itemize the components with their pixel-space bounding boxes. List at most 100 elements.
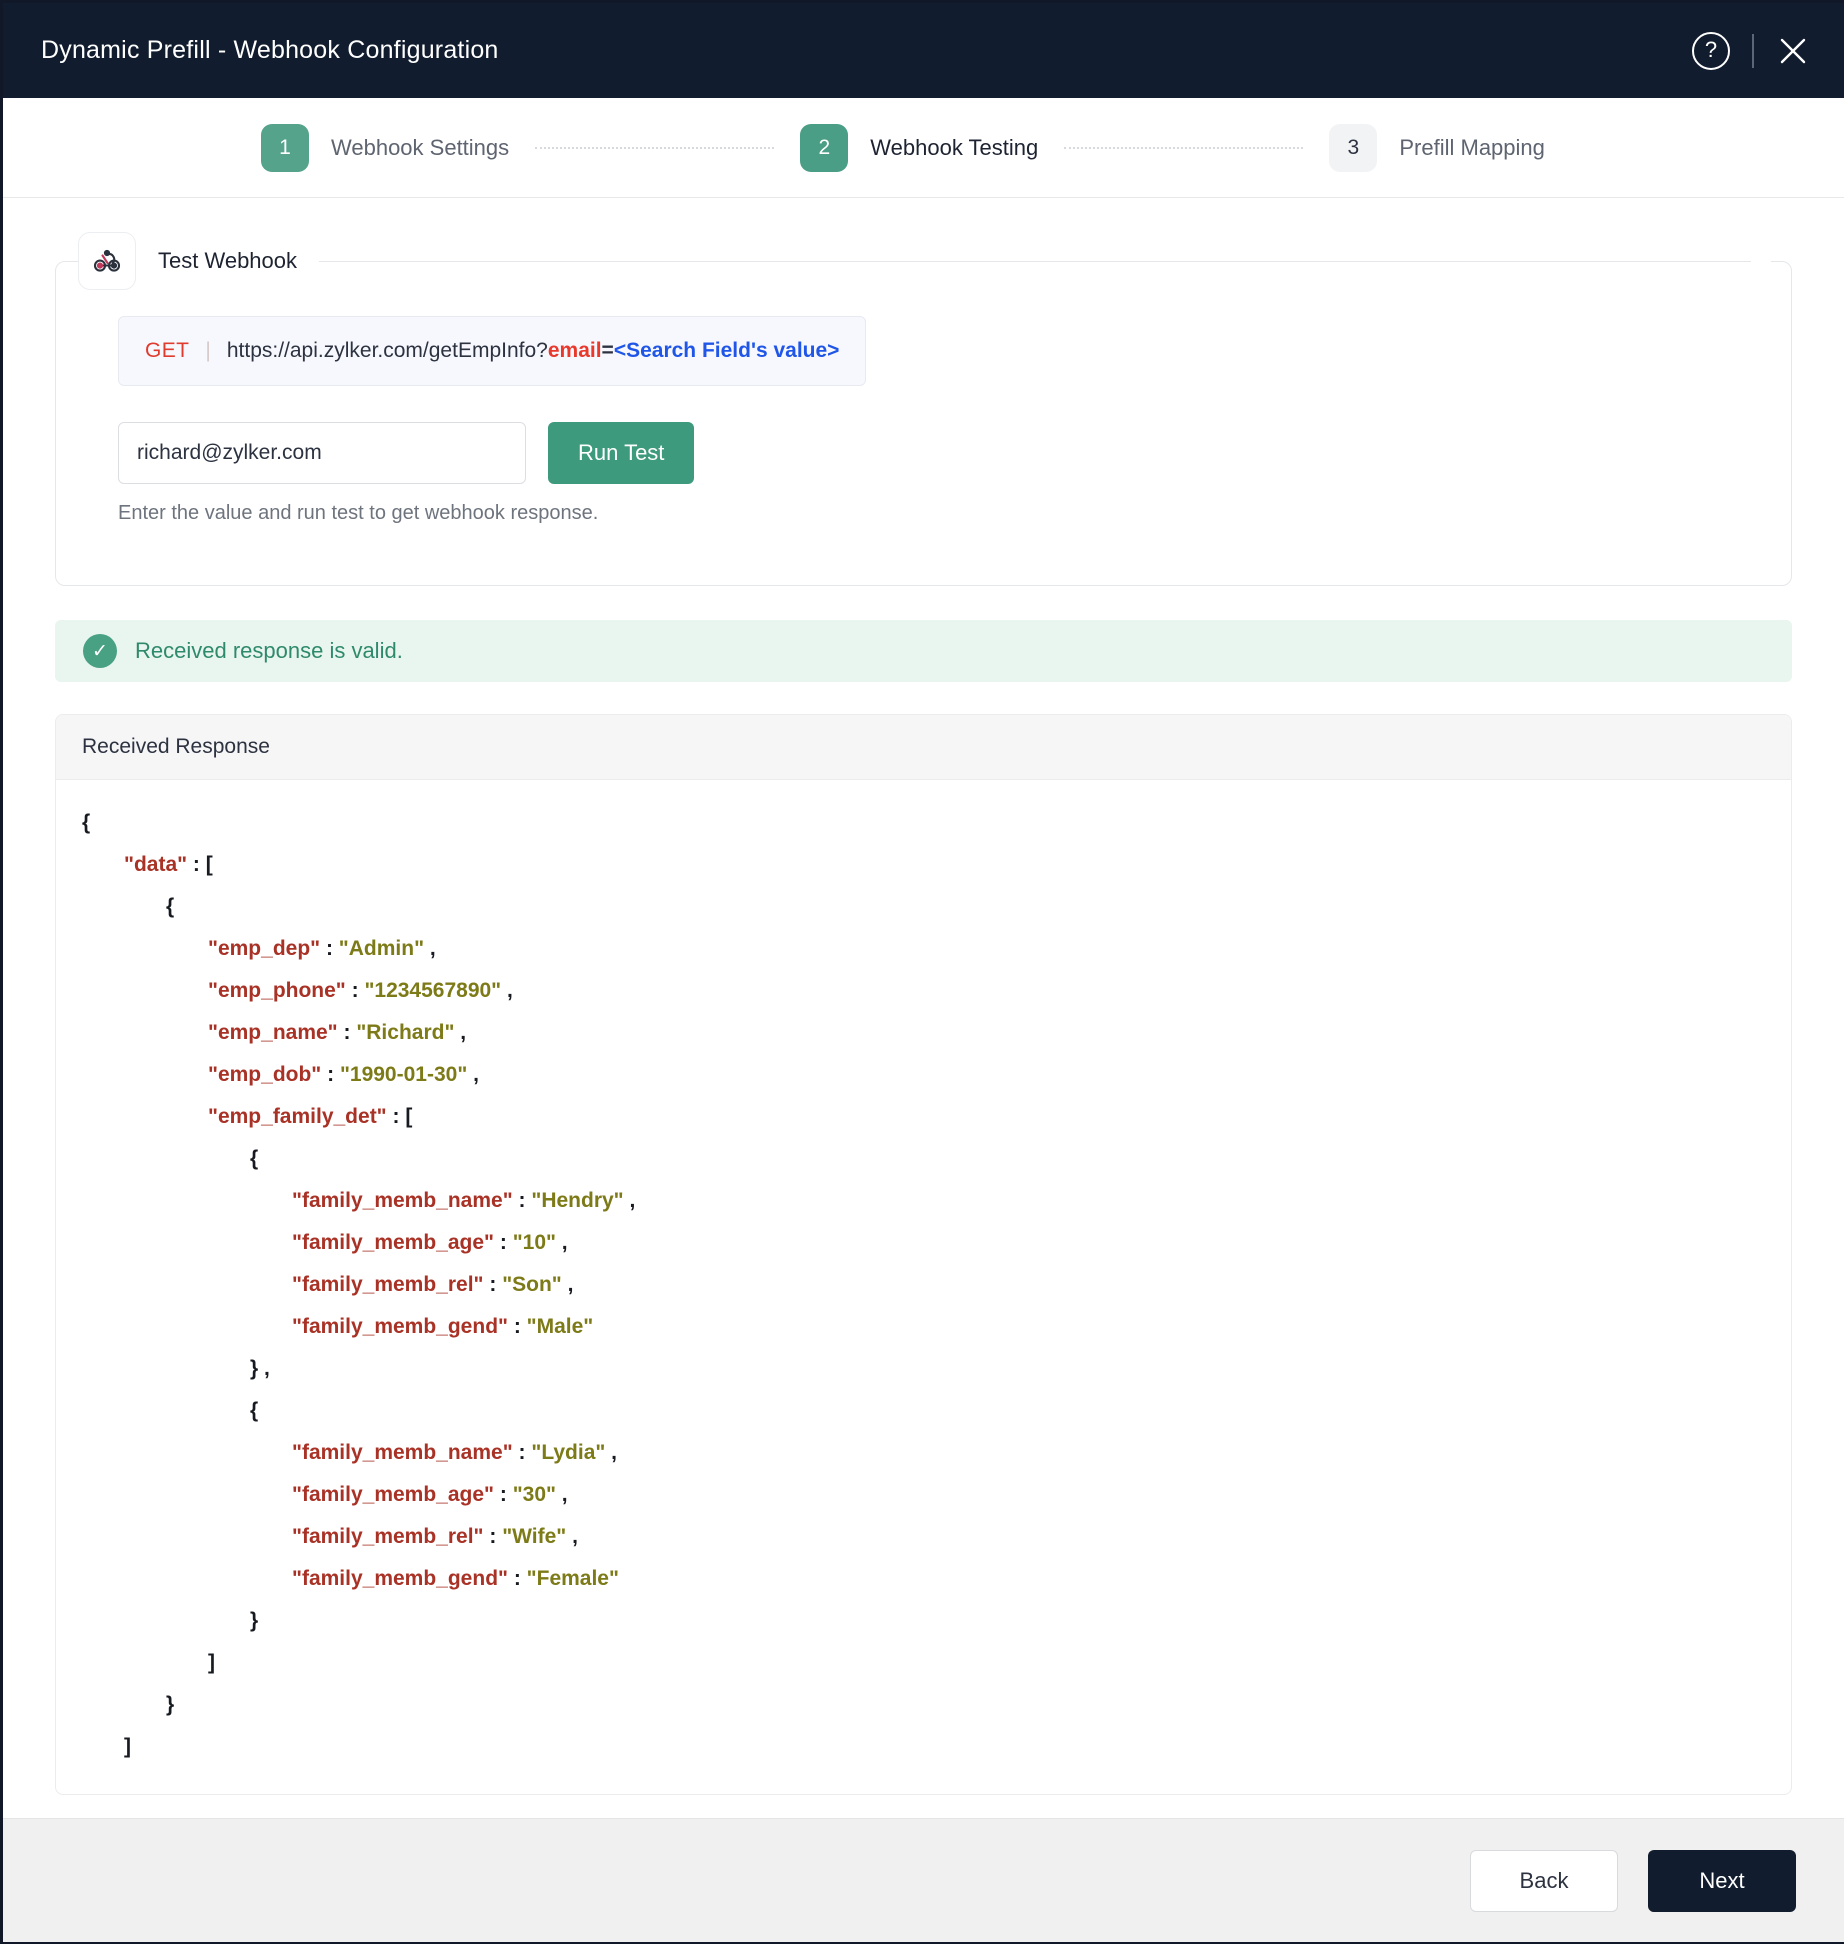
json-token-key: "family_memb_name" <box>292 1441 513 1464</box>
json-token-val: "10" <box>512 1231 556 1254</box>
json-line: "emp_dob" : "1990-01-30" , <box>82 1054 1765 1096</box>
json-line: "family_memb_age" : "10" , <box>82 1222 1765 1264</box>
dialog-footer: Back Next <box>3 1818 1844 1942</box>
json-token-colon: : <box>494 1483 513 1506</box>
json-token-val: "Male" <box>526 1315 594 1338</box>
step-1-label: Webhook Settings <box>331 134 510 160</box>
step-1-badge: 1 <box>261 123 309 172</box>
json-line: "family_memb_rel" : "Son" , <box>82 1264 1765 1306</box>
json-token-punct: , <box>424 937 436 960</box>
json-token-colon: : <box>345 979 365 1002</box>
next-button[interactable]: Next <box>1648 1849 1796 1912</box>
json-token-colon: : <box>320 937 339 960</box>
test-value-input[interactable] <box>118 422 526 484</box>
json-line: "family_memb_name" : "Hendry" , <box>82 1180 1765 1222</box>
step-2-badge: 2 <box>800 123 849 172</box>
legend-divider <box>319 260 1751 262</box>
json-token-punct: { <box>250 1399 259 1422</box>
json-token-key: "family_memb_age" <box>292 1483 495 1506</box>
close-button[interactable] <box>1776 34 1810 68</box>
json-token-key: "emp_dob" <box>208 1063 322 1086</box>
json-line: "data" : [ <box>82 844 1765 886</box>
test-webhook-body: GET | https://api.zylker.com/getEmpInfo?… <box>56 290 1791 525</box>
json-line: "emp_dep" : "Admin" , <box>82 928 1765 970</box>
json-token-punct: [ <box>205 853 213 876</box>
json-line: } <box>82 1600 1765 1642</box>
json-token-colon: : <box>483 1273 503 1296</box>
json-token-key: "emp_dep" <box>208 937 321 960</box>
run-test-button[interactable]: Run Test <box>548 422 695 484</box>
json-token-punct: , <box>623 1189 636 1212</box>
json-token-punct: , <box>566 1525 578 1548</box>
json-token-val: "30" <box>512 1483 556 1506</box>
validation-message: Received response is valid. <box>135 638 403 663</box>
page-title: Dynamic Prefill - Webhook Configuration <box>41 36 499 64</box>
json-token-punct: [ <box>405 1105 413 1128</box>
json-token-punct: , <box>561 1273 574 1296</box>
test-webhook-legend: Test Webhook <box>78 232 1771 290</box>
json-token-punct: , <box>501 979 513 1002</box>
wizard-stepper: 1 Webhook Settings 2 Webhook Testing 3 P… <box>3 98 1844 198</box>
test-hint-text: Enter the value and run test to get webh… <box>118 502 599 524</box>
json-token-colon: : <box>507 1567 527 1590</box>
stepper-connector-2 <box>1064 146 1304 149</box>
json-token-punct: , <box>467 1063 479 1086</box>
dialog-window: Dynamic Prefill - Webhook Configuration … <box>0 0 1844 1944</box>
received-response-header: Received Response <box>56 715 1791 780</box>
json-token-val: "1990-01-30" <box>339 1063 468 1086</box>
json-token-key: "family_memb_age" <box>292 1231 495 1254</box>
json-token-punct: , <box>555 1231 568 1254</box>
json-token-punct: } <box>166 1693 175 1716</box>
json-line: "family_memb_gend" : "Female" <box>82 1558 1765 1600</box>
json-token-val: "Hendry" <box>531 1189 624 1212</box>
step-3-label: Prefill Mapping <box>1399 134 1545 160</box>
json-token-colon: : <box>494 1231 513 1254</box>
json-token-val: "Richard" <box>356 1021 455 1044</box>
json-token-punct: , <box>605 1441 618 1464</box>
stepper-step-1[interactable]: 1 Webhook Settings <box>261 123 510 172</box>
stepper-step-3[interactable]: 3 Prefill Mapping <box>1329 123 1545 172</box>
json-line: "family_memb_age" : "30" , <box>82 1474 1765 1516</box>
request-base-url: https://api.zylker.com/getEmpInfo? <box>226 339 548 362</box>
webhook-icon <box>93 249 121 272</box>
help-circle-icon: ? <box>1692 31 1730 70</box>
json-token-colon: : <box>321 1063 340 1086</box>
json-token-val: "1234567890" <box>364 979 502 1002</box>
json-token-colon: : <box>187 853 206 876</box>
json-token-colon: : <box>483 1525 503 1548</box>
json-token-key: "family_memb_name" <box>292 1189 513 1212</box>
request-param-token: <Search Field's value> <box>613 339 840 362</box>
http-method: GET <box>145 339 190 362</box>
json-token-punct: } <box>250 1609 259 1632</box>
json-line: { <box>82 886 1765 928</box>
request-param-name: email <box>547 339 602 362</box>
json-token-colon: : <box>337 1021 357 1044</box>
json-token-val: "Wife" <box>502 1525 567 1548</box>
json-line: "family_memb_rel" : "Wife" , <box>82 1516 1765 1558</box>
stepper-step-2[interactable]: 2 Webhook Testing <box>800 123 1039 172</box>
json-token-val: "Son" <box>502 1273 562 1296</box>
dialog-content: Test Webhook GET | https://api.zylker.co… <box>3 198 1844 1818</box>
json-token-punct: { <box>166 895 175 918</box>
json-token-punct: , <box>555 1483 568 1506</box>
json-token-colon: : <box>386 1105 406 1128</box>
step-2-label: Webhook Testing <box>870 134 1039 160</box>
json-line: ] <box>82 1642 1765 1684</box>
back-button[interactable]: Back <box>1470 1849 1618 1912</box>
json-token-key: "emp_family_det" <box>208 1105 387 1128</box>
stepper-connector-1 <box>535 146 775 149</box>
request-url-bar: GET | https://api.zylker.com/getEmpInfo?… <box>118 316 867 386</box>
json-token-punct: { <box>250 1147 259 1170</box>
titlebar-actions: ? <box>1692 31 1810 70</box>
dialog-titlebar: Dynamic Prefill - Webhook Configuration … <box>3 3 1844 98</box>
json-line: "emp_name" : "Richard" , <box>82 1012 1765 1054</box>
step-3-badge: 3 <box>1329 123 1378 172</box>
json-token-colon: : <box>507 1315 527 1338</box>
json-line: } <box>82 1684 1765 1726</box>
test-webhook-section: Test Webhook GET | https://api.zylker.co… <box>55 232 1792 586</box>
json-token-key: "emp_name" <box>208 1021 338 1044</box>
help-button[interactable]: ? <box>1692 31 1730 70</box>
received-response-card: Received Response { "data" : [ { "emp_dep" … <box>55 714 1792 1795</box>
test-webhook-title: Test Webhook <box>158 248 298 273</box>
json-token-punct: { <box>82 811 91 834</box>
